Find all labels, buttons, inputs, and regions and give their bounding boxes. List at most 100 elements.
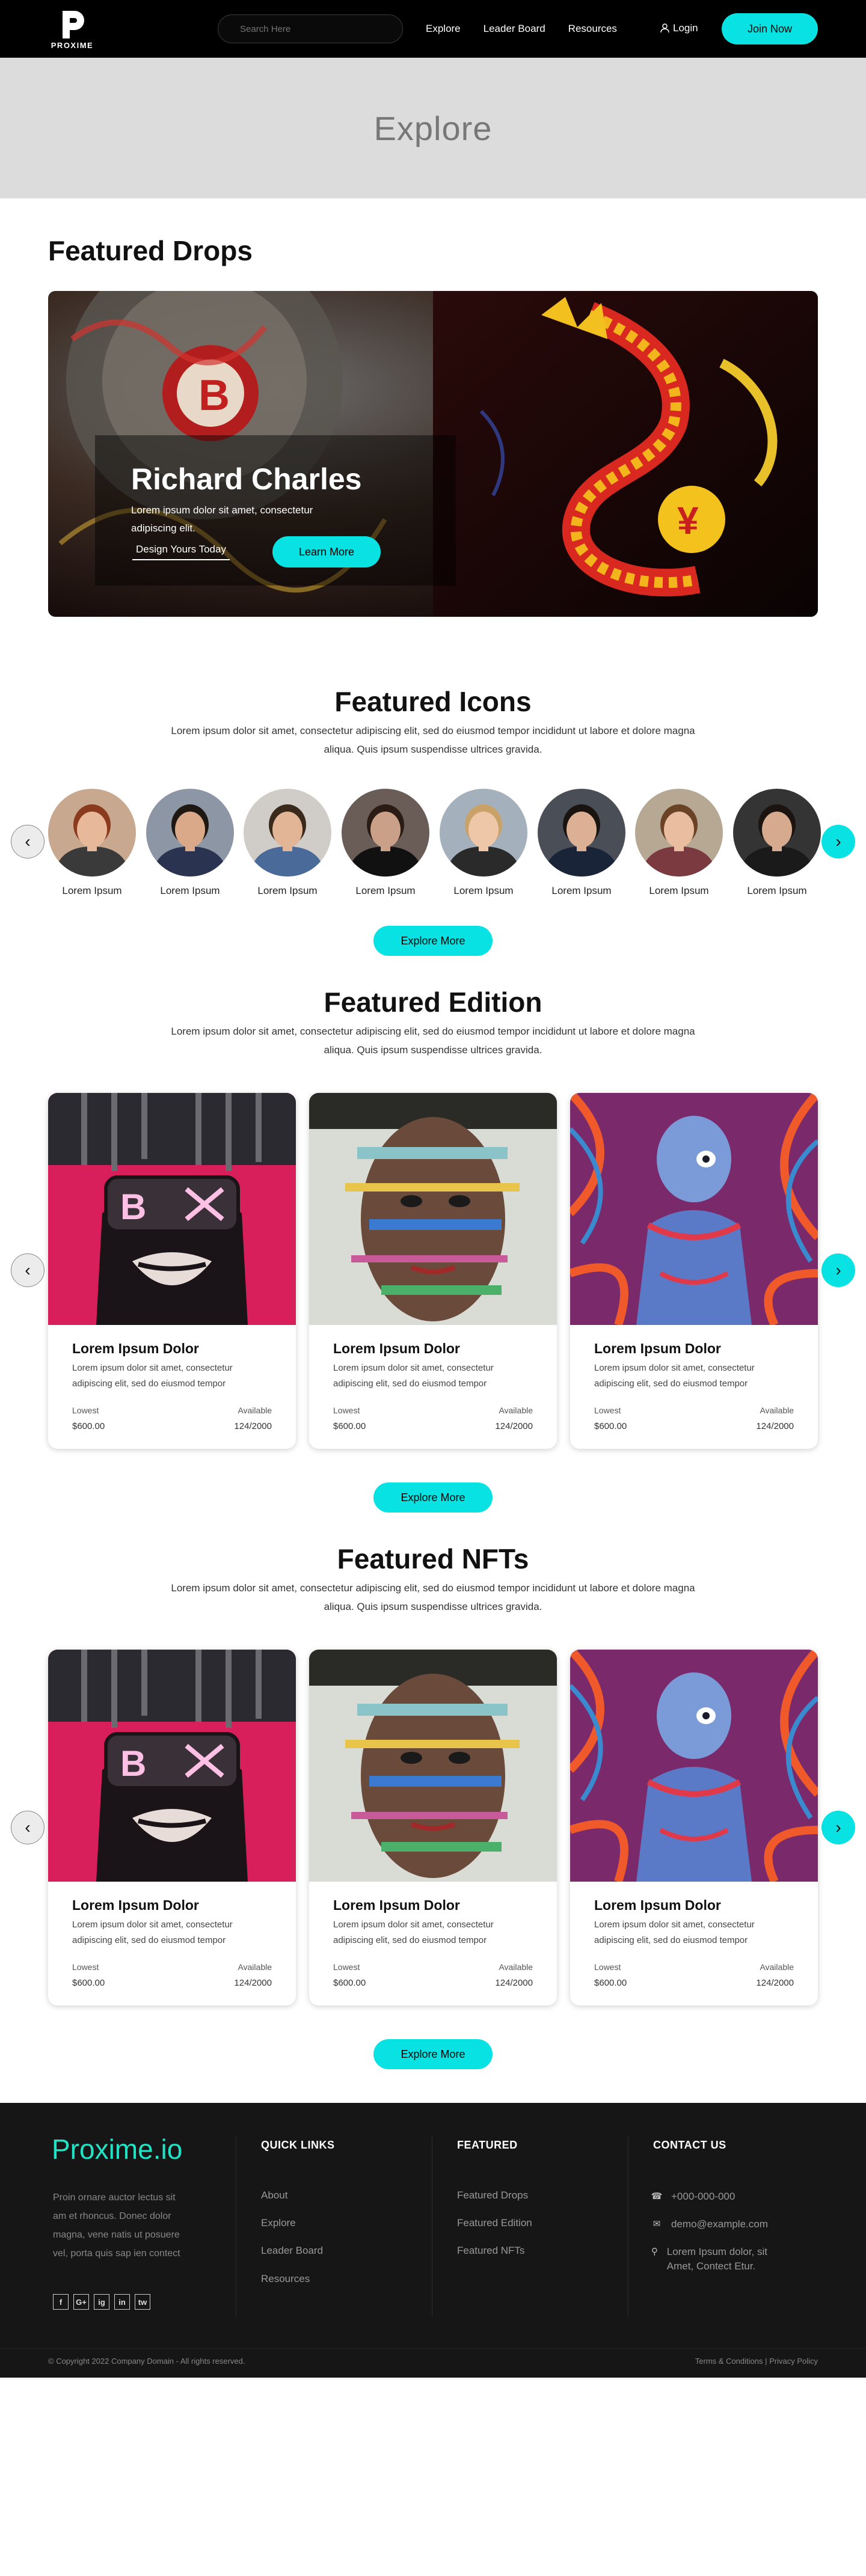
svg-text:¥: ¥: [677, 499, 699, 542]
card-artwork: [309, 1093, 557, 1325]
card-title: Lorem Ipsum Dolor: [72, 1897, 199, 1913]
icon-profile-name: Lorem Ipsum: [551, 885, 612, 896]
lowest-label: Lowest: [72, 1406, 99, 1415]
footer-contact: CONTACT US: [653, 2139, 726, 2152]
search-input[interactable]: [218, 14, 403, 43]
instagram-icon[interactable]: ig: [94, 2294, 109, 2310]
footer-quick-links: QUICK LINKS: [261, 2139, 335, 2152]
logo[interactable]: PROXIME: [48, 8, 96, 50]
available-label: Available: [760, 1406, 794, 1415]
card-body: Lorem Ipsum Dolor Lorem ipsum dolor sit a…: [309, 1882, 557, 2005]
facebook-icon[interactable]: f: [53, 2294, 69, 2310]
icon-profile-item[interactable]: Lorem Ipsum: [342, 789, 429, 897]
contact-email-text: demo@example.com: [671, 2218, 768, 2230]
lowest-price: $600.00: [594, 1978, 627, 1988]
available-count: 124/2000: [756, 1421, 794, 1431]
nfts-next-arrow-icon[interactable]: ›: [821, 1811, 855, 1844]
edition-explore-more-button[interactable]: Explore More: [373, 1482, 493, 1513]
icon-profile-name: Lorem Ipsum: [453, 885, 514, 896]
card-title: Lorem Ipsum Dolor: [594, 1897, 721, 1913]
nft-card[interactable]: B Lorem Ipsum Dolor Lorem ipsum dolor sit …: [48, 1650, 296, 2005]
top-nav: PROXIME Explore Leader Board Resources L…: [0, 0, 866, 58]
edition-card[interactable]: Lorem Ipsum Dolor Lorem ipsum dolor sit a…: [570, 1093, 818, 1449]
icons-prev-arrow-icon[interactable]: ‹: [11, 825, 45, 858]
icons-explore-more-button[interactable]: Explore More: [373, 926, 493, 956]
card-description: Lorem ipsum dolor sit amet, consectetur …: [333, 1920, 494, 1945]
icon-profile-item[interactable]: Lorem Ipsum: [244, 789, 331, 897]
footer: Proxime.io Proin ornare auctor lectus si…: [0, 2103, 866, 2378]
learn-more-button[interactable]: Learn More: [272, 536, 381, 568]
available-label: Available: [238, 1406, 272, 1415]
drop-artist-name: Richard Charles: [131, 462, 362, 496]
available-count: 124/2000: [234, 1421, 272, 1431]
page-title: Explore: [373, 109, 493, 147]
contact-address-text: Lorem Ipsum dolor, sit Amet, Contect Etu…: [666, 2246, 768, 2272]
contact-phone[interactable]: ☎ +000-000-000: [651, 2189, 735, 2204]
lowest-price: $600.00: [72, 1421, 105, 1431]
nav-links: Explore Leader Board Resources: [426, 0, 640, 58]
footer-link-featured-edition[interactable]: Featured Edition: [457, 2217, 532, 2229]
twitter-icon[interactable]: tw: [135, 2294, 150, 2310]
contact-phone-text: +000-000-000: [671, 2191, 735, 2202]
contact-heading: CONTACT US: [653, 2139, 726, 2151]
nav-link-leader-board[interactable]: Leader Board: [484, 23, 545, 35]
edition-next-arrow-icon[interactable]: ›: [821, 1253, 855, 1287]
nft-card[interactable]: Lorem Ipsum Dolor Lorem ipsum dolor sit a…: [570, 1650, 818, 2005]
footer-link-featured-nfts[interactable]: Featured NFTs: [457, 2245, 524, 2257]
copyright-text: © Copyright 2022 Company Domain - All ri…: [48, 2357, 245, 2366]
avatar: [538, 789, 625, 877]
card-title: Lorem Ipsum Dolor: [333, 1341, 460, 1356]
linkedin-icon[interactable]: in: [114, 2294, 130, 2310]
lowest-label: Lowest: [333, 1406, 360, 1415]
edition-card[interactable]: Lorem Ipsum Dolor Lorem ipsum dolor sit a…: [309, 1093, 557, 1449]
icon-profile-item[interactable]: Lorem Ipsum: [635, 789, 723, 897]
card-description: Lorem ipsum dolor sit amet, consectetur …: [594, 1920, 755, 1945]
location-pin-icon: ⚲: [651, 2247, 658, 2257]
icon-profile-item[interactable]: Lorem Ipsum: [48, 789, 136, 897]
avatar: [440, 789, 527, 877]
nav-link-resources[interactable]: Resources: [568, 23, 617, 35]
contact-email[interactable]: ✉ demo@example.com: [651, 2217, 768, 2232]
lowest-label: Lowest: [594, 1962, 621, 1972]
svg-text:B: B: [120, 1743, 146, 1784]
login-label: Login: [673, 22, 698, 34]
icon-profile-name: Lorem Ipsum: [747, 885, 807, 896]
phone-icon: ☎: [651, 2191, 663, 2201]
card-artwork: [570, 1093, 818, 1327]
nfts-prev-arrow-icon[interactable]: ‹: [11, 1811, 45, 1844]
lowest-price: $600.00: [72, 1978, 105, 1988]
login-link[interactable]: Login: [660, 22, 698, 34]
quick-links-heading: QUICK LINKS: [261, 2139, 335, 2151]
footer-link-featured-drops[interactable]: Featured Drops: [457, 2189, 528, 2201]
terms-privacy-links[interactable]: Terms & Conditions | Privacy Policy: [695, 2357, 818, 2366]
footer-about-text: Proin ornare auctor lectus sit am et rho…: [53, 2192, 180, 2259]
google-plus-icon[interactable]: G+: [73, 2294, 89, 2310]
icon-profile-item[interactable]: Lorem Ipsum: [440, 789, 527, 897]
available-count: 124/2000: [495, 1978, 533, 1988]
lowest-label: Lowest: [72, 1962, 99, 1972]
footer-link-resources[interactable]: Resources: [261, 2273, 310, 2285]
featured-nfts-description: Lorem ipsum dolor sit amet, consectetur …: [171, 1582, 695, 1612]
icons-next-arrow-icon[interactable]: ›: [821, 825, 855, 858]
join-now-button[interactable]: Join Now: [722, 13, 818, 44]
available-count: 124/2000: [234, 1978, 272, 1988]
icon-profile-name: Lorem Ipsum: [355, 885, 416, 896]
icon-profile-item[interactable]: Lorem Ipsum: [733, 789, 821, 897]
footer-link-leader-board[interactable]: Leader Board: [261, 2245, 323, 2257]
nfts-explore-more-button[interactable]: Explore More: [373, 2039, 493, 2069]
footer-link-explore[interactable]: Explore: [261, 2217, 296, 2229]
icon-profile-item[interactable]: Lorem Ipsum: [538, 789, 625, 897]
icon-profile-item[interactable]: Lorem Ipsum: [146, 789, 234, 897]
nav-link-explore[interactable]: Explore: [426, 23, 461, 35]
icon-profile-name: Lorem Ipsum: [649, 885, 709, 896]
available-label: Available: [499, 1406, 533, 1415]
footer-brand[interactable]: Proxime.io: [52, 2133, 182, 2165]
footer-link-about[interactable]: About: [261, 2189, 287, 2201]
design-yours-today-link[interactable]: Design Yours Today: [132, 543, 230, 560]
edition-prev-arrow-icon[interactable]: ‹: [11, 1253, 45, 1287]
featured-edition-description: Lorem ipsum dolor sit amet, consectetur …: [171, 1026, 695, 1056]
card-body: Lorem Ipsum Dolor Lorem ipsum dolor sit a…: [48, 1325, 296, 1449]
card-body: Lorem Ipsum Dolor Lorem ipsum dolor sit a…: [570, 1325, 818, 1449]
nft-card[interactable]: Lorem Ipsum Dolor Lorem ipsum dolor sit a…: [309, 1650, 557, 2005]
edition-card[interactable]: B Lorem Ipsum Dolor Lorem ipsum dolor sit …: [48, 1093, 296, 1449]
